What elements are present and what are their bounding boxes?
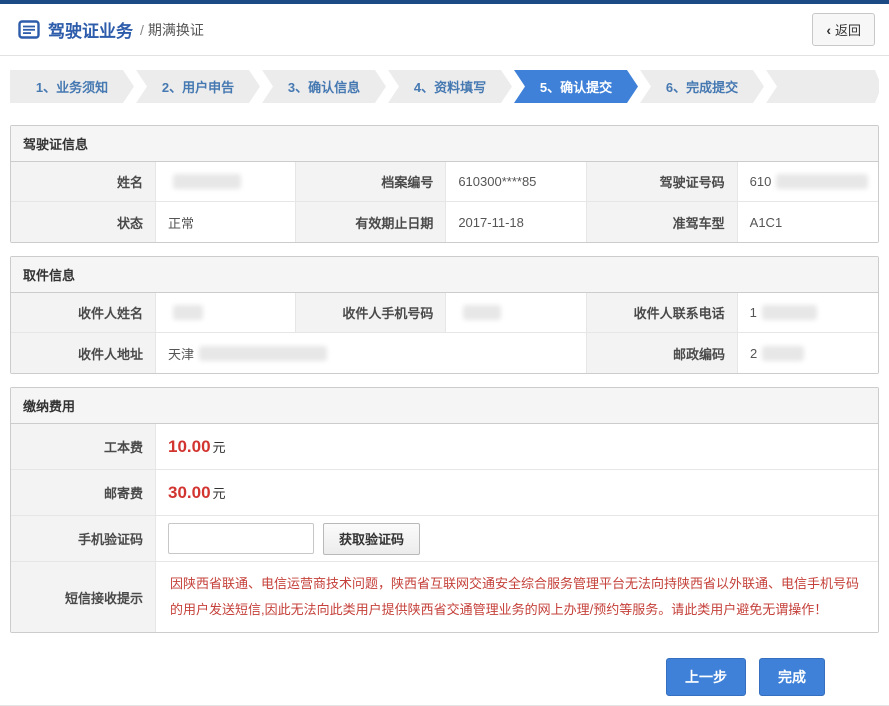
- step-label: 3、确认信息: [288, 77, 360, 96]
- recipient-mobile-value: [446, 293, 586, 333]
- table-row: 姓名 档案编号 610300****85 驾驶证号码 610: [11, 162, 878, 202]
- step-label: 2、用户申告: [162, 77, 234, 96]
- table-row: 收件人地址 天津 邮政编码 2: [11, 333, 878, 373]
- sms-notice-text: 因陕西省联通、电信运营商技术问题，陕西省互联网交通安全综合服务管理平台无法向持陕…: [156, 562, 878, 632]
- get-sms-code-button[interactable]: 获取验证码: [323, 523, 420, 555]
- vehicle-class-value: A1C1: [738, 202, 878, 242]
- step-bar-filler: [766, 70, 879, 103]
- fees-section-title: 缴纳费用: [11, 388, 878, 424]
- redaction-blur: [173, 174, 241, 189]
- license-info-section: 驾驶证信息 姓名 档案编号 610300****85 驾驶证号码 610 状态 …: [10, 125, 879, 243]
- file-number-value: 610300****85: [446, 162, 586, 202]
- recipient-mobile-label: 收件人手机号码: [296, 293, 446, 333]
- recipient-phone-label: 收件人联系电话: [587, 293, 738, 333]
- table-row: 状态 正常 有效期止日期 2017-11-18 准驾车型 A1C1: [11, 202, 878, 242]
- step-3-confirm-info[interactable]: 3、确认信息: [262, 70, 386, 103]
- postage-fee-label: 邮寄费: [11, 470, 156, 516]
- pickup-info-section-title: 取件信息: [11, 257, 878, 293]
- table-row: 收件人姓名 收件人手机号码 收件人联系电话 1: [11, 293, 878, 333]
- redaction-blur: [776, 174, 868, 189]
- sms-code-cell: 获取验证码: [156, 516, 878, 562]
- step-label: 1、业务须知: [36, 77, 108, 96]
- expiry-date-value: 2017-11-18: [446, 202, 586, 242]
- step-label: 5、确认提交: [540, 77, 612, 96]
- postage-fee-value: 30.00 元: [156, 470, 878, 516]
- expiry-date-label: 有效期止日期: [296, 202, 446, 242]
- table-row: 手机验证码 获取验证码: [11, 516, 878, 562]
- vehicle-class-label: 准驾车型: [587, 202, 738, 242]
- postal-code-label: 邮政编码: [587, 333, 738, 373]
- step-5-confirm-submit[interactable]: 5、确认提交: [514, 70, 638, 103]
- redaction-blur: [762, 305, 817, 320]
- status-label: 状态: [11, 202, 156, 242]
- production-fee-value: 10.00 元: [156, 424, 878, 470]
- step-6-complete-submit[interactable]: 6、完成提交: [640, 70, 764, 103]
- back-button[interactable]: ‹ 返回: [812, 13, 875, 46]
- footer-actions: 上一步 完成: [0, 658, 889, 696]
- recipient-address-label: 收件人地址: [11, 333, 156, 373]
- sms-code-label: 手机验证码: [11, 516, 156, 562]
- redaction-blur: [173, 305, 203, 320]
- name-value: [156, 162, 296, 202]
- sms-notice-label: 短信接收提示: [11, 562, 156, 632]
- license-info-section-title: 驾驶证信息: [11, 126, 878, 162]
- back-arrow-icon: ‹: [826, 23, 831, 37]
- status-value: 正常: [156, 202, 296, 242]
- table-row: 工本费 10.00 元: [11, 424, 878, 470]
- license-number-value: 610: [738, 162, 878, 202]
- license-number-label: 驾驶证号码: [587, 162, 738, 202]
- page-title: 驾驶证业务: [48, 17, 133, 42]
- production-fee-label: 工本费: [11, 424, 156, 470]
- redaction-blur: [463, 305, 501, 320]
- redaction-blur: [762, 346, 804, 361]
- pickup-info-section: 取件信息 收件人姓名 收件人手机号码 收件人联系电话 1 收件人地址 天津 邮政…: [10, 256, 879, 374]
- step-4-fill-materials[interactable]: 4、资料填写: [388, 70, 512, 103]
- step-1-business-notice[interactable]: 1、业务须知: [10, 70, 134, 103]
- step-label: 6、完成提交: [666, 77, 738, 96]
- redaction-blur: [199, 346, 327, 361]
- production-fee-unit: 元: [213, 437, 226, 456]
- finish-button[interactable]: 完成: [759, 658, 825, 696]
- step-wizard: 1、业务须知 2、用户申告 3、确认信息 4、资料填写 5、确认提交 6、完成提…: [10, 70, 879, 103]
- postage-fee-amount: 30.00: [168, 483, 211, 503]
- postal-code-value: 2: [738, 333, 878, 373]
- name-label: 姓名: [11, 162, 156, 202]
- breadcrumb-current: 期满换证: [148, 20, 204, 40]
- postage-fee-unit: 元: [213, 483, 226, 502]
- page-header: 驾驶证业务 / 期满换证 ‹ 返回: [0, 4, 889, 56]
- license-list-icon: [18, 20, 40, 39]
- step-label: 4、资料填写: [414, 77, 486, 96]
- recipient-address-value: 天津: [156, 333, 587, 373]
- fees-section: 缴纳费用 工本费 10.00 元 邮寄费 30.00 元 手机验证码 获取验证码…: [10, 387, 879, 633]
- production-fee-amount: 10.00: [168, 437, 211, 457]
- breadcrumb-separator: /: [140, 22, 144, 38]
- table-row: 邮寄费 30.00 元: [11, 470, 878, 516]
- step-2-user-declaration[interactable]: 2、用户申告: [136, 70, 260, 103]
- sms-code-input[interactable]: [168, 523, 314, 554]
- recipient-name-label: 收件人姓名: [11, 293, 156, 333]
- recipient-phone-value: 1: [738, 293, 878, 333]
- file-number-label: 档案编号: [296, 162, 446, 202]
- recipient-name-value: [156, 293, 296, 333]
- table-row: 短信接收提示 因陕西省联通、电信运营商技术问题，陕西省互联网交通安全综合服务管理…: [11, 562, 878, 632]
- back-button-label: 返回: [835, 20, 861, 39]
- previous-step-button[interactable]: 上一步: [666, 658, 746, 696]
